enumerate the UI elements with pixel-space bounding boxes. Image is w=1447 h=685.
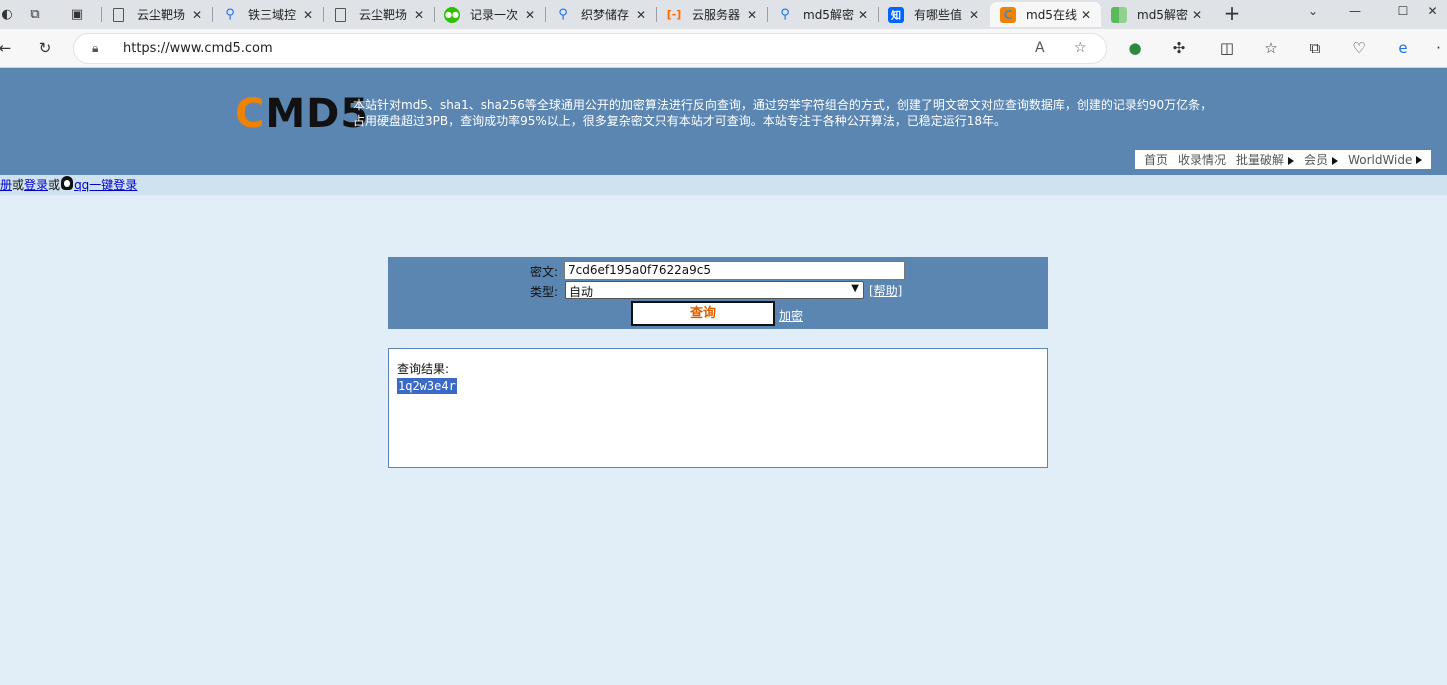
nav-worldwide[interactable]: WorldWide [1348, 153, 1423, 167]
close-icon[interactable]: ✕ [743, 8, 761, 22]
tab-4[interactable]: ⚲ 织梦储存 ✕ [545, 2, 656, 27]
type-select[interactable]: 自动 ▼ [565, 281, 864, 299]
result-value[interactable]: 1q2w3e4r [397, 378, 457, 394]
close-icon[interactable]: ✕ [299, 8, 317, 22]
triangle-right-icon [1288, 156, 1295, 165]
window-close-icon[interactable]: ✕ [1418, 0, 1447, 22]
extension-globe-icon[interactable]: ● [1124, 38, 1146, 58]
login-bar: 册或登录或 qq一键登录 [0, 175, 1447, 195]
query-panel: 密文: 7cd6ef195a0f7622a9c5 类型: 自动 ▼ [帮助] 查… [388, 257, 1048, 329]
new-tab-button[interactable]: + [1220, 3, 1244, 25]
nav-batch[interactable]: 批量破解 [1236, 151, 1295, 168]
tab-7[interactable]: 知 有哪些值 ✕ [878, 2, 989, 27]
tab-8-active[interactable]: C md5在线 ✕ [990, 2, 1101, 27]
close-icon[interactable]: ✕ [188, 8, 206, 22]
login-link[interactable]: 登录 [24, 178, 48, 192]
more-options-icon[interactable]: · [1430, 38, 1447, 58]
close-icon[interactable]: ✕ [410, 8, 428, 22]
result-box: 查询结果: 1q2w3e4r [388, 348, 1048, 468]
url-text[interactable]: https://www.cmd5.com [123, 41, 273, 56]
tab-1[interactable]: ⚲ 铁三域控 ✕ [212, 2, 323, 27]
back-icon[interactable]: ← [0, 38, 16, 58]
address-bar[interactable]: 🔒︎ https://www.cmd5.com A ☆ [73, 33, 1107, 64]
browser-toolbar: ← ↻ 🔒︎ https://www.cmd5.com A ☆ ● ✣ ◫ ☆ … [0, 29, 1447, 68]
close-icon[interactable]: ✕ [965, 8, 983, 22]
triangle-right-icon [1332, 156, 1339, 165]
qq-penguin-icon [61, 176, 74, 190]
workspaces-icon[interactable]: ⧉ [22, 3, 48, 25]
split-screen-icon[interactable]: ◫ [1216, 38, 1238, 58]
extensions-puzzle-icon[interactable]: ✣ [1168, 38, 1190, 58]
search-icon: ⚲ [780, 7, 790, 22]
tab-6[interactable]: ⚲ md5解密 ✕ [767, 2, 878, 27]
top-nav: 首页 收录情况 批量破解 会员 WorldWide [1135, 150, 1432, 169]
aliyun-icon: [-] [666, 8, 682, 21]
nav-member[interactable]: 会员 [1304, 151, 1339, 168]
tab-2[interactable]: 云尘靶场 ✕ [323, 2, 434, 27]
favorite-star-icon[interactable]: ☆ [1074, 40, 1087, 56]
search-icon: ⚲ [225, 7, 235, 22]
nav-records[interactable]: 收录情况 [1178, 151, 1226, 168]
grid-icon [1111, 6, 1127, 23]
search-icon: ⚲ [558, 7, 568, 22]
edge-icon[interactable]: e [1392, 38, 1414, 58]
query-button[interactable]: 查询 [631, 301, 775, 326]
wechat-icon: ●● [444, 6, 460, 23]
result-title: 查询结果: [397, 362, 450, 376]
tab-actions-icon[interactable]: ▣ [64, 3, 90, 25]
profile-icon[interactable]: ◐ [0, 3, 20, 25]
type-label: 类型: [530, 285, 559, 299]
cmd5-logo[interactable]: CMD5 [235, 92, 369, 136]
cipher-label: 密文: [530, 265, 559, 279]
browser-essentials-icon[interactable]: ♡ [1348, 38, 1370, 58]
tab-0[interactable]: 云尘靶场 ✕ [101, 2, 212, 27]
chevron-down-icon: ▼ [851, 283, 859, 294]
qq-login-link[interactable]: qq一键登录 [74, 178, 137, 192]
lock-icon: 🔒︎ [92, 41, 99, 55]
encrypt-link[interactable]: 加密 [779, 307, 803, 324]
close-icon[interactable]: ✕ [854, 8, 872, 22]
collections-icon[interactable]: ⧉ [1304, 38, 1326, 58]
read-aloud-icon[interactable]: A [1035, 40, 1045, 56]
page-icon [335, 7, 346, 22]
favorites-icon[interactable]: ☆ [1260, 38, 1282, 58]
tab-5[interactable]: [-] 云服务器 ✕ [656, 2, 767, 27]
close-icon[interactable]: ✕ [1188, 8, 1206, 22]
site-intro: 本站针对md5、sha1、sha256等全球通用公开的加密算法进行反向查询，通过… [353, 98, 1213, 128]
register-link[interactable]: 册 [0, 178, 12, 192]
zhihu-icon: 知 [888, 6, 904, 23]
tab-9[interactable]: md5解密 ✕ [1101, 2, 1212, 27]
close-icon[interactable]: ✕ [1077, 8, 1095, 22]
nav-home[interactable]: 首页 [1144, 151, 1168, 168]
close-icon[interactable]: ✕ [521, 8, 539, 22]
tab-list-chevron-down-icon[interactable]: ⌄ [1290, 0, 1336, 22]
cipher-input[interactable]: 7cd6ef195a0f7622a9c5 [564, 261, 905, 280]
page-icon [113, 7, 124, 22]
close-icon[interactable]: ✕ [632, 8, 650, 22]
refresh-icon[interactable]: ↻ [34, 38, 56, 58]
tab-3[interactable]: ●● 记录一次 ✕ [434, 2, 545, 27]
cmd5-icon: C [1000, 6, 1016, 23]
triangle-right-icon [1416, 156, 1423, 164]
browser-tab-bar: ◐ ⧉ ▣ 云尘靶场 ✕ ⚲ 铁三域控 ✕ 云尘靶场 ✕ ●● 记录一次 ✕ ⚲… [0, 0, 1447, 29]
minimize-icon[interactable]: — [1332, 0, 1378, 22]
help-link[interactable]: [帮助] [869, 282, 902, 299]
